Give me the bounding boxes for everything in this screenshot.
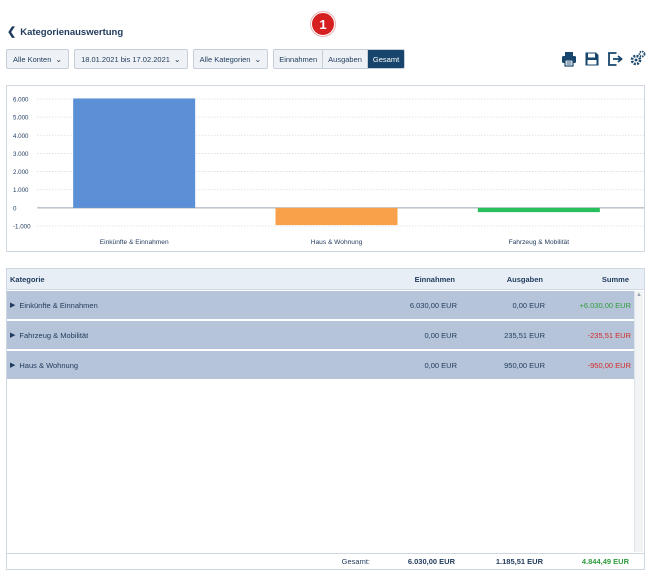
row-income: 0,00 EUR xyxy=(424,330,457,340)
filter-toolbar: Alle Konten ⌄ 18.01.2021 bis 17.02.2021 … xyxy=(6,49,406,69)
header-expenses[interactable]: Ausgaben xyxy=(507,269,543,289)
y-tick-label: 4.000 xyxy=(13,133,29,140)
chevron-left-icon[interactable]: ❮ xyxy=(7,27,16,38)
page-header: ❮ Kategorienauswertung xyxy=(7,27,124,39)
y-tick-label: 3.000 xyxy=(13,151,29,158)
expand-triangle-icon[interactable]: ▶ xyxy=(10,361,15,369)
row-category-cell: ▶ Fahrzeug & Mobilität xyxy=(10,321,88,349)
bar-chart: 6.000 5.000 4.000 3.000 2.000 1.000 0 -1.000 Ein… xyxy=(13,97,644,246)
scroll-up-icon[interactable]: ▲ xyxy=(636,292,642,298)
row-category-cell: ▶ Einkünfte & Einnahmen xyxy=(10,291,98,319)
footer-sum: 4.844,49 EUR xyxy=(581,557,629,566)
print-icon[interactable] xyxy=(560,50,577,67)
header-category[interactable]: Kategorie xyxy=(10,269,45,289)
footer-income: 6.030,00 EUR xyxy=(407,557,455,566)
chart-bar xyxy=(73,98,196,208)
date-range-dropdown[interactable]: 18.01.2021 bis 17.02.2021 ⌄ xyxy=(74,49,188,69)
header-sum[interactable]: Summe xyxy=(602,269,629,289)
table-scrollbar[interactable]: ▲ xyxy=(634,291,643,552)
row-sum: -950,00 EUR xyxy=(587,360,631,370)
table-footer: Gesamt: 6.030,00 EUR 1.185,51 EUR 4.844,… xyxy=(7,553,644,569)
category-dropdown-label: Alle Kategorien xyxy=(199,54,251,64)
table-row[interactable]: ▶ Fahrzeug & Mobilität 0,00 EUR 235,51 E… xyxy=(7,321,634,349)
row-category-cell: ▶ Haus & Wohnung xyxy=(10,351,78,379)
x-tick-label: Fahrzeug & Mobilität xyxy=(509,239,570,246)
row-sum: +6.030,00 EUR xyxy=(579,300,632,310)
toolbar-icons xyxy=(560,50,646,67)
chevron-down-icon: ⌄ xyxy=(254,54,262,64)
expand-triangle-icon[interactable]: ▶ xyxy=(10,331,15,339)
row-income: 6.030,00 EUR xyxy=(409,300,457,310)
row-expenses: 0,00 EUR xyxy=(512,300,545,310)
table-header: Kategorie Einnahmen Ausgaben Summe xyxy=(7,269,644,290)
segment-einnahmen[interactable]: Einnahmen xyxy=(274,50,324,68)
account-dropdown[interactable]: Alle Konten ⌄ xyxy=(6,49,70,69)
y-tick-label: 6.000 xyxy=(13,97,29,104)
segment-ausgaben[interactable]: Ausgaben xyxy=(323,50,368,68)
x-tick-label: Haus & Wohnung xyxy=(311,239,363,246)
table-body: ▶ Einkünfte & Einnahmen 6.030,00 EUR 0,0… xyxy=(7,291,634,381)
settings-icon[interactable] xyxy=(629,50,646,67)
y-tick-label: 5.000 xyxy=(13,115,29,122)
row-income: 0,00 EUR xyxy=(424,360,457,370)
chevron-down-icon: ⌄ xyxy=(55,54,63,64)
footer-expenses: 1.185,51 EUR xyxy=(495,557,543,566)
y-tick-label: -1.000 xyxy=(13,224,31,231)
table-row[interactable]: ▶ Einkünfte & Einnahmen 6.030,00 EUR 0,0… xyxy=(7,291,634,319)
category-chart: 6.000 5.000 4.000 3.000 2.000 1.000 0 -1.000 Ein… xyxy=(6,85,645,252)
y-tick-label: 1.000 xyxy=(13,187,29,194)
callout-marker-1: 1 xyxy=(311,12,335,36)
row-category: Haus & Wohnung xyxy=(19,360,79,370)
view-segmented-control: Einnahmen Ausgaben Gesamt xyxy=(273,49,406,69)
footer-label: Gesamt: xyxy=(341,557,370,566)
export-icon[interactable] xyxy=(606,50,623,67)
row-category: Fahrzeug & Mobilität xyxy=(19,330,89,340)
date-range-label: 18.01.2021 bis 17.02.2021 xyxy=(81,54,170,64)
expand-triangle-icon[interactable]: ▶ xyxy=(10,301,15,309)
chevron-down-icon: ⌄ xyxy=(173,54,181,64)
chart-bar xyxy=(275,207,398,226)
row-expenses: 235,51 EUR xyxy=(504,330,545,340)
row-expenses: 950,00 EUR xyxy=(504,360,545,370)
category-table: Kategorie Einnahmen Ausgaben Summe ▶ Ein… xyxy=(6,268,645,570)
x-tick-label: Einkünfte & Einnahmen xyxy=(100,239,169,246)
row-sum: -235,51 EUR xyxy=(587,330,631,340)
category-dropdown[interactable]: Alle Kategorien ⌄ xyxy=(192,49,269,69)
header-income[interactable]: Einnahmen xyxy=(415,269,455,289)
segment-gesamt[interactable]: Gesamt xyxy=(367,50,405,68)
y-tick-label: 2.000 xyxy=(13,169,29,176)
account-dropdown-label: Alle Konten xyxy=(13,54,52,64)
table-row[interactable]: ▶ Haus & Wohnung 0,00 EUR 950,00 EUR -95… xyxy=(7,351,634,379)
page-title: Kategorienauswertung xyxy=(20,27,124,38)
y-tick-label: 0 xyxy=(13,205,17,212)
chart-bar xyxy=(477,207,600,213)
save-icon[interactable] xyxy=(583,50,600,67)
row-category: Einkünfte & Einnahmen xyxy=(19,300,98,310)
